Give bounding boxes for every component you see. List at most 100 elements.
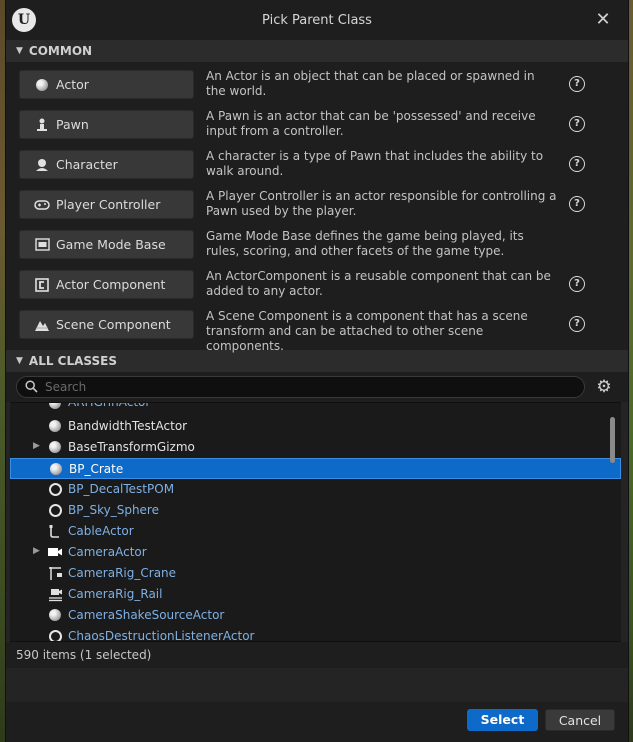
unreal-logo-icon: U [12, 8, 36, 32]
class-button-game-mode-base[interactable]: Game Mode Base [19, 230, 194, 259]
class-tree-row[interactable]: CameraShakeSourceActor [10, 605, 621, 626]
gamepad-icon [34, 197, 50, 213]
ring-icon [47, 481, 63, 497]
class-name-label: ARHGrinActor [68, 403, 150, 409]
class-tree-row[interactable]: ChaosDestructionListenerActor [10, 626, 621, 642]
pick-parent-class-dialog: U Pick Parent Class ✕ ▼ COMMON Actor An A… [5, 0, 629, 742]
all-classes-header-label: ALL CLASSES [28, 354, 118, 368]
class-tree-row[interactable]: BP_DecalTestPOM [10, 479, 621, 500]
common-header-label: COMMON [28, 44, 93, 58]
class-name-label: CameraRig_Crane [68, 566, 177, 580]
class-tree-row-selected[interactable]: BP_Crate [10, 458, 621, 479]
pawn-icon [34, 117, 50, 133]
class-button-label: Pawn [56, 117, 89, 132]
class-name-label: CameraShakeSourceActor [68, 608, 225, 622]
class-button-label: Actor [56, 77, 89, 92]
class-description: An ActorComponent is a reusable componen… [206, 269, 551, 298]
class-name-label: CableActor [68, 524, 134, 538]
class-name-label: BaseTransformGizmo [68, 440, 195, 454]
actor-sphere-icon [34, 77, 50, 93]
class-button-label: Scene Component [56, 317, 171, 332]
ring-icon [47, 628, 63, 641]
class-button-pawn[interactable]: Pawn [19, 110, 194, 139]
help-icon[interactable]: ? [569, 196, 585, 212]
scrollbar-thumb[interactable] [610, 417, 615, 463]
search-icon [25, 380, 39, 394]
class-tree-row[interactable]: CameraRig_Rail [10, 584, 621, 605]
class-tree-row[interactable]: CableActor [10, 521, 621, 542]
class-button-label: Player Controller [56, 197, 161, 212]
class-name-label: ChaosDestructionListenerActor [68, 629, 255, 642]
class-button-character[interactable]: Character [19, 150, 194, 179]
actor-sphere-icon [47, 607, 63, 623]
dialog-title: Pick Parent Class [262, 12, 372, 28]
help-icon[interactable]: ? [569, 116, 585, 132]
camera-icon [47, 544, 63, 560]
class-name-label: CameraActor [68, 545, 147, 559]
common-class-row: Actor An Actor is an object that can be p… [6, 68, 628, 108]
common-class-row: Scene Component A Scene Component is a co… [6, 308, 628, 353]
class-tree-row[interactable]: CameraRig_Crane [10, 563, 621, 584]
class-button-actor[interactable]: Actor [19, 70, 194, 99]
class-description: A Player Controller is an actor responsi… [206, 189, 557, 218]
search-row: ⚙ [6, 372, 628, 402]
settings-gear-icon[interactable]: ⚙ [595, 378, 613, 396]
class-name-label: BP_Crate [69, 462, 124, 476]
class-tree-row[interactable]: ▶ CameraActor [10, 542, 621, 563]
item-count-status: 590 items (1 selected) [6, 642, 628, 668]
all-classes-tree[interactable]: ARHGrinActor BandwidthTestActor ▶ BaseTrans… [10, 402, 621, 642]
rail-icon [47, 586, 63, 602]
select-button[interactable]: Select [467, 709, 538, 731]
common-class-row: Character A character is a type of Pawn t… [6, 148, 628, 188]
class-description: An Actor is an object that can be placed… [206, 69, 535, 98]
character-icon [34, 157, 50, 173]
cable-icon [47, 523, 63, 539]
class-description: A character is a type of Pawn that inclu… [206, 149, 544, 178]
class-name-label: CameraRig_Rail [68, 587, 163, 601]
common-section-header[interactable]: ▼ COMMON [6, 40, 628, 62]
class-tree-row[interactable]: ARHGrinActor [10, 403, 621, 416]
class-tree-row[interactable]: ▶ BaseTransformGizmo [10, 437, 621, 458]
class-description: Game Mode Base defines the game being pl… [206, 229, 524, 258]
title-bar: U Pick Parent Class ✕ [6, 0, 628, 40]
ring-icon [47, 502, 63, 518]
cancel-button[interactable]: Cancel [545, 709, 615, 731]
common-classes-list: Actor An Actor is an object that can be p… [6, 62, 628, 353]
class-name-label: BP_Sky_Sphere [68, 503, 159, 517]
class-button-player-controller[interactable]: Player Controller [19, 190, 194, 219]
game-mode-icon [34, 237, 50, 253]
dialog-footer: Select Cancel [6, 702, 628, 742]
scene-component-icon [34, 317, 50, 333]
class-button-actor-component[interactable]: Actor Component [19, 270, 194, 299]
common-class-row: Actor Component An ActorComponent is a re… [6, 268, 628, 308]
expand-arrow-icon[interactable]: ▶ [33, 546, 41, 558]
help-icon[interactable]: ? [569, 276, 585, 292]
crane-icon [47, 565, 63, 581]
class-button-label: Game Mode Base [56, 237, 166, 252]
collapse-triangle-icon: ▼ [16, 356, 23, 366]
class-tree-row[interactable]: BandwidthTestActor [10, 416, 621, 437]
class-tree-row[interactable]: BP_Sky_Sphere [10, 500, 621, 521]
class-button-scene-component[interactable]: Scene Component [19, 310, 194, 339]
actor-sphere-icon [47, 439, 63, 455]
class-name-label: BandwidthTestActor [68, 419, 188, 433]
expand-arrow-icon[interactable]: ▶ [33, 441, 41, 453]
class-description: A Pawn is an actor that can be 'possesse… [206, 109, 536, 138]
common-class-row: Game Mode Base Game Mode Base defines the… [6, 228, 628, 268]
help-icon[interactable]: ? [569, 156, 585, 172]
actor-sphere-icon [48, 461, 64, 477]
actor-sphere-icon [47, 418, 63, 434]
class-description: A Scene Component is a component that ha… [206, 309, 528, 353]
class-button-label: Actor Component [56, 277, 166, 292]
collapse-triangle-icon: ▼ [16, 46, 23, 56]
actor-sphere-icon [47, 403, 63, 411]
close-button[interactable]: ✕ [592, 9, 614, 31]
common-class-row: Player Controller A Player Controller is … [6, 188, 628, 228]
search-box[interactable] [16, 376, 585, 398]
common-class-row: Pawn A Pawn is an actor that can be 'poss… [6, 108, 628, 148]
class-name-label: BP_DecalTestPOM [68, 482, 175, 496]
component-icon [34, 277, 50, 293]
help-icon[interactable]: ? [569, 76, 585, 92]
help-icon[interactable]: ? [569, 316, 585, 332]
search-input[interactable] [45, 380, 584, 394]
